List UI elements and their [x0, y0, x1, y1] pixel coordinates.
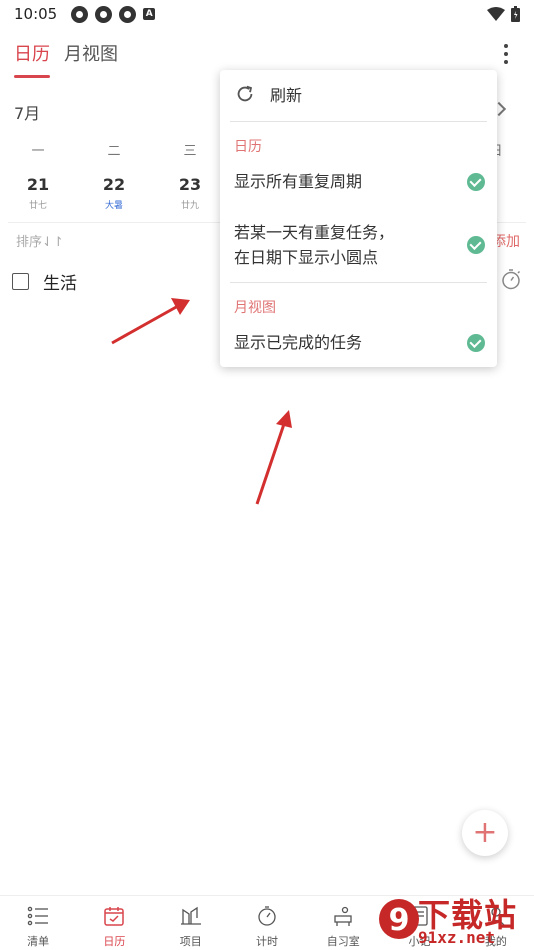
- annotation-arrows: [111, 298, 292, 505]
- nav-label: 计时: [255, 935, 278, 948]
- site-watermark: 9 下载站 91xz.net: [378, 888, 534, 950]
- watermark-url: 91xz.net: [418, 928, 496, 947]
- timer-icon: [258, 906, 276, 926]
- nav-timer[interactable]: 计时: [229, 896, 305, 950]
- nav-label: 项目: [179, 935, 202, 948]
- nav-list[interactable]: 清单: [0, 896, 76, 950]
- nav-study-room[interactable]: 自习室: [305, 896, 381, 950]
- nav-label: 清单: [27, 935, 50, 948]
- nav-label: 自习室: [326, 935, 360, 948]
- calendar-icon: [104, 907, 125, 926]
- list-icon: [27, 906, 49, 926]
- project-icon: [180, 906, 201, 925]
- watermark-logo-glyph: 9: [389, 903, 410, 938]
- nav-project[interactable]: 项目: [153, 896, 229, 950]
- study-room-icon: [334, 906, 352, 926]
- red-arrow-icon: [111, 298, 190, 345]
- nav-label: 日历: [103, 935, 126, 948]
- add-task-fab[interactable]: +: [462, 810, 508, 856]
- red-arrow-icon: [255, 410, 292, 505]
- watermark-logo-icon: 9: [379, 899, 419, 939]
- nav-calendar[interactable]: 日历: [76, 896, 152, 950]
